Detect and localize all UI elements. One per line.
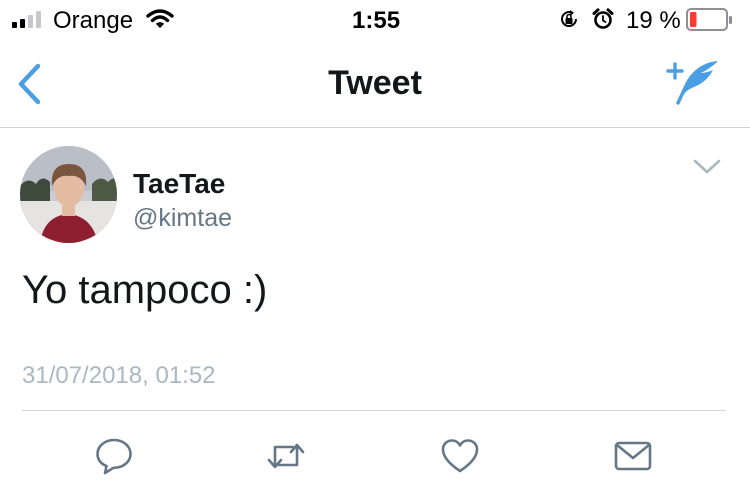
compose-tweet-button[interactable] <box>664 58 722 106</box>
tweet-timestamp: 31/07/2018, 01:52 <box>22 362 216 389</box>
direct-message-button[interactable] <box>613 436 653 476</box>
avatar[interactable] <box>20 146 117 243</box>
signal-icon <box>12 11 41 28</box>
status-bar: Orange 1:55 19 % <box>0 0 750 40</box>
reply-icon <box>96 438 132 475</box>
reply-button[interactable] <box>94 436 134 476</box>
wifi-icon <box>146 9 174 28</box>
author-handle[interactable]: @kimtae <box>133 204 232 233</box>
author-name[interactable]: TaeTae <box>133 168 225 200</box>
carrier-name: Orange <box>53 7 134 34</box>
chevron-down-icon <box>693 159 721 174</box>
compose-tweet-icon <box>666 61 718 105</box>
battery-icon <box>686 8 732 31</box>
alarm-icon <box>592 8 614 29</box>
tweet-text: Yo tampoco :) <box>22 268 268 312</box>
navigation-bar: Tweet <box>0 40 750 128</box>
heart-icon <box>441 439 479 473</box>
divider <box>22 410 726 411</box>
status-time: 1:55 <box>352 7 401 34</box>
rotation-lock-icon <box>561 10 578 28</box>
page-title: Tweet <box>328 64 422 102</box>
battery-percentage: 19 % <box>626 7 681 34</box>
tweet-options-button[interactable] <box>692 156 722 178</box>
envelope-icon <box>614 441 652 471</box>
retweet-button[interactable] <box>266 436 306 476</box>
profile-photo <box>20 146 117 243</box>
like-button[interactable] <box>440 436 480 476</box>
retweet-icon <box>267 443 305 469</box>
